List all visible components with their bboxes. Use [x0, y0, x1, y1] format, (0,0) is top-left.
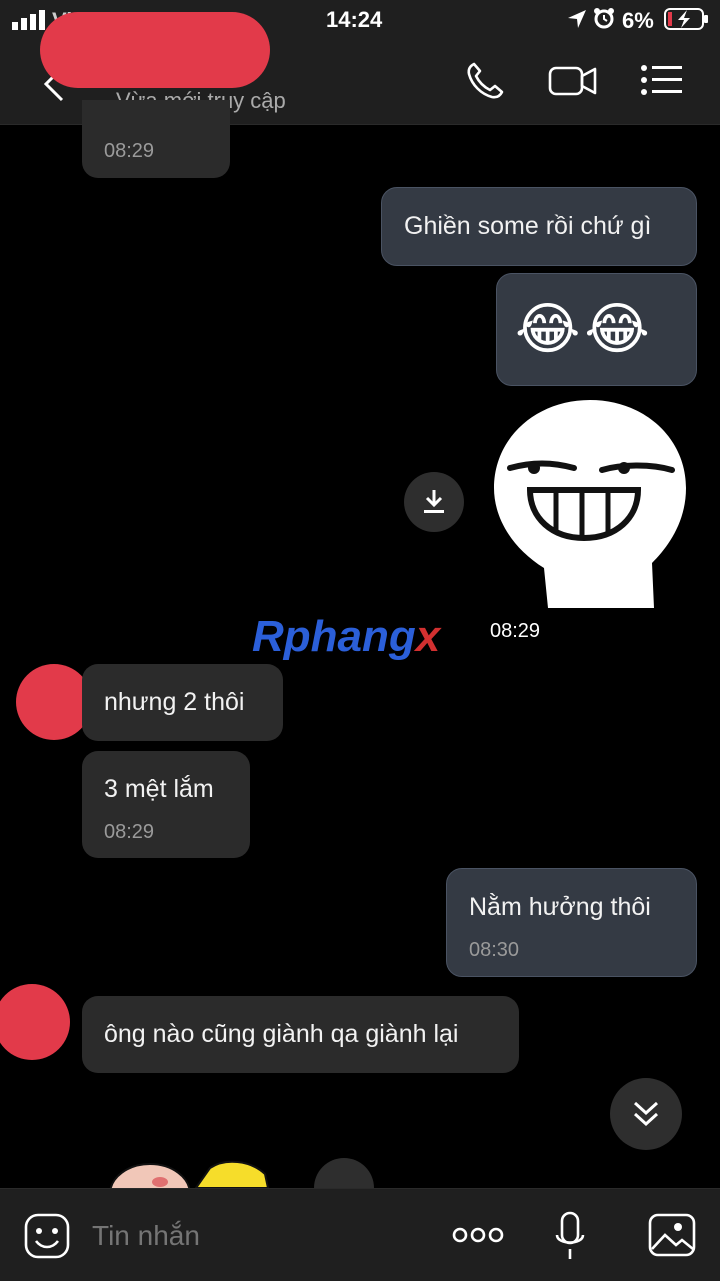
microphone-icon[interactable]: [554, 1211, 586, 1261]
redacted-contact-name: [40, 12, 270, 88]
sticker-smiley-icon[interactable]: [24, 1213, 70, 1259]
message-time: 08:30: [469, 939, 520, 961]
message-text: ông nào cũng giành qa giành lại: [104, 1020, 459, 1048]
message-input-bar: [0, 1188, 720, 1281]
watermark-text: Rphang: [252, 612, 416, 661]
download-icon: [424, 490, 444, 513]
avatar[interactable]: [16, 664, 92, 740]
grinning-face-sticker[interactable]: [492, 398, 688, 608]
message-text: Nằm hưởng thôi: [469, 893, 651, 921]
video-icon[interactable]: [548, 62, 598, 100]
message-input[interactable]: [90, 1211, 424, 1261]
message-text: 3 mệt lắm: [104, 775, 214, 803]
alarm-icon: [594, 8, 614, 29]
more-options-icon[interactable]: [452, 1223, 504, 1247]
download-button[interactable]: [404, 472, 464, 532]
watermark: Rphangx: [252, 612, 440, 662]
avatar[interactable]: [0, 984, 70, 1060]
message-bubble-out[interactable]: 😂😂: [496, 273, 697, 386]
partial-sticker: [109, 1160, 270, 1188]
clock: 14:24: [326, 7, 383, 32]
message-text: Ghiền some rồi chứ gì: [404, 212, 652, 240]
scroll-to-bottom-button[interactable]: [610, 1078, 682, 1150]
double-chevron-down-icon: [633, 1101, 659, 1127]
battery-percent: 6%: [622, 8, 654, 33]
watermark-x: x: [415, 612, 441, 661]
location-arrow-icon: [568, 10, 586, 28]
message-bubble-in[interactable]: 3 mệt lắm 08:29: [82, 751, 250, 858]
message-bubble-in[interactable]: 08:29: [82, 100, 230, 178]
message-bubble-out[interactable]: Nằm hưởng thôi 08:30: [446, 868, 697, 977]
message-text: nhưng 2 thôi: [104, 688, 245, 716]
battery-charging-icon: [664, 8, 708, 30]
message-time: 08:29: [490, 620, 541, 642]
message-bubble-in[interactable]: nhưng 2 thôi: [82, 664, 283, 741]
message-time: 08:29: [104, 140, 155, 162]
phone-icon[interactable]: [464, 60, 506, 102]
signal-icon: [12, 10, 45, 30]
message-bubble-out[interactable]: Ghiền some rồi chứ gì: [381, 187, 697, 266]
menu-list-icon[interactable]: [640, 64, 684, 96]
message-bubble-in[interactable]: ông nào cũng giành qa giành lại: [82, 996, 519, 1073]
image-gallery-icon[interactable]: [648, 1213, 696, 1257]
message-time: 08:29: [104, 821, 155, 843]
message-emoji: 😂😂: [515, 297, 654, 360]
